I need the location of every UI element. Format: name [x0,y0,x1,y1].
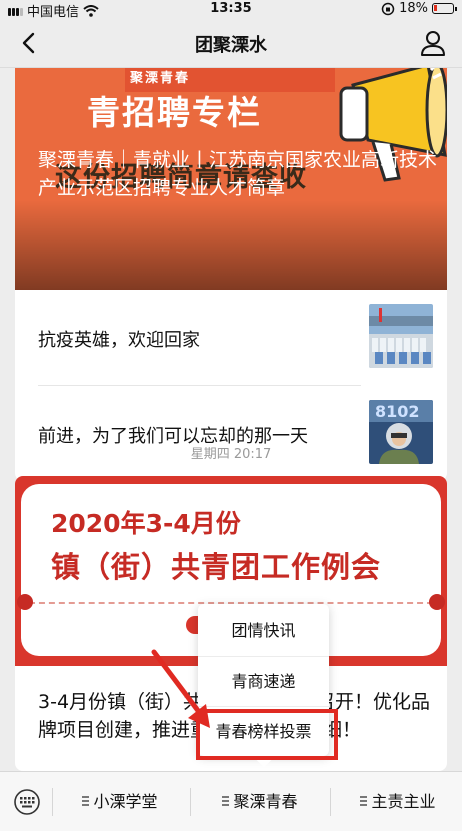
article-group-card: 聚溧青春 青招聘专栏 这份招聘简章请查收 聚溧青春｜青就业丨江苏南京国家农业高新… [15,68,447,481]
menu-list-icon [360,796,368,806]
battery-percent: 18% [399,1,428,16]
article-title: 抗疫英雄，欢迎回家 [38,330,200,351]
person-icon[interactable] [418,28,448,58]
page-title: 团聚溧水 [195,35,267,56]
cover-article[interactable]: 聚溧青春 青招聘专栏 这份招聘简章请查收 聚溧青春｜青就业丨江苏南京国家农业高新… [15,68,447,290]
menu-list-icon [82,796,90,806]
menu-tab-main-duty[interactable]: 主责主业 [334,772,462,831]
article-list-item[interactable]: 抗疫英雄，欢迎回家 [15,290,447,386]
cover-shade [15,200,447,290]
cover-art-title: 镇（街）共青团工作例会 [51,550,382,584]
cover-notch-right [429,594,445,610]
message-timestamp: 星期四 20:17 [190,447,272,462]
menu-tab-juli-youth[interactable]: 聚溧青春 [196,772,324,831]
battery-icon [432,3,457,14]
status-right: 18% [381,1,457,16]
menu-tab-label: 主责主业 [371,792,436,811]
orientation-lock-icon [381,2,395,15]
keyboard-icon[interactable] [14,789,40,815]
bottom-menu-bar: 小溧学堂 聚溧青春 主责主业 [0,771,462,831]
menu-separator [52,788,53,816]
menu-tab-xiaoli-school[interactable]: 小溧学堂 [56,772,184,831]
cover-notch-left [17,594,33,610]
menu-tab-label: 聚溧青春 [233,792,298,811]
cover-headline: 聚溧青春｜青就业丨江苏南京国家农业高新技术产业示范区招聘专业人才简章 [38,149,438,199]
menu-separator [190,788,191,816]
menu-tab-label: 小溧学堂 [93,792,158,811]
cover-art-date: 2020年3-4月份 [51,509,241,538]
group-photo-image [369,304,433,368]
nav-bar: 团聚溧水 [0,18,462,68]
cover-art-tagline: 聚溧青春 [130,71,191,86]
menu-separator [330,788,331,816]
annotation-highlight-box [196,709,338,760]
article-list-item[interactable]: 前进，为了我们可以忘却的那一天 8102 [15,386,447,481]
menu-list-icon [222,796,230,806]
cover-art-title: 青招聘专栏 [87,93,262,132]
svg-text:8102: 8102 [375,402,420,421]
status-bar: 中国电信 13:35 18% [0,0,462,20]
article-thumbnail [369,304,433,368]
